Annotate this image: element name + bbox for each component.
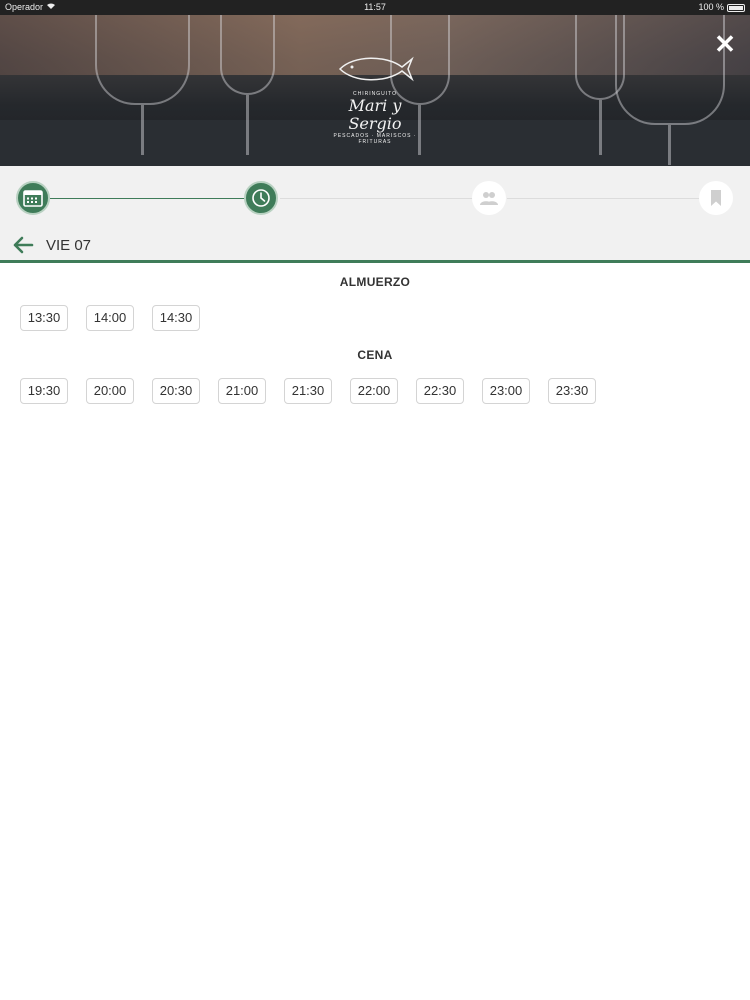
people-icon bbox=[480, 192, 498, 205]
wine-glass-image bbox=[615, 15, 725, 125]
step-date[interactable] bbox=[16, 181, 50, 215]
time-slot-button[interactable]: 21:30 bbox=[284, 378, 332, 404]
time-slot-button[interactable]: 14:30 bbox=[152, 305, 200, 331]
calendar-icon bbox=[23, 190, 43, 207]
date-nav: VIE 07 bbox=[0, 232, 750, 260]
glass-stem bbox=[141, 105, 144, 155]
time-slot-button[interactable]: 22:30 bbox=[416, 378, 464, 404]
logo-name: Mari y Sergio bbox=[348, 96, 402, 133]
glass-stem bbox=[668, 125, 671, 165]
progress-line bbox=[280, 198, 473, 199]
wine-glass-image bbox=[220, 15, 275, 95]
lunch-slots: 13:30 14:00 14:30 bbox=[20, 305, 200, 331]
dinner-title: CENA bbox=[357, 348, 393, 362]
time-slot-button[interactable]: 23:00 bbox=[482, 378, 530, 404]
step-confirm[interactable] bbox=[699, 181, 733, 215]
time-slot-button[interactable]: 20:00 bbox=[86, 378, 134, 404]
clock-icon bbox=[252, 189, 270, 207]
time-slot-button[interactable]: 20:30 bbox=[152, 378, 200, 404]
glass-stem bbox=[599, 100, 602, 155]
time-slot-button[interactable]: 21:00 bbox=[218, 378, 266, 404]
bookmark-icon bbox=[711, 190, 721, 206]
header-banner: CHIRINGUITO Mari y Sergio PESCADOS · MAR… bbox=[0, 15, 750, 166]
time-slot-button[interactable]: 13:30 bbox=[20, 305, 68, 331]
close-button[interactable]: ✕ bbox=[714, 31, 736, 57]
glass-stem bbox=[246, 95, 249, 155]
progress-line bbox=[507, 198, 700, 199]
lunch-title: ALMUERZO bbox=[339, 275, 411, 289]
time-slot-button[interactable]: 14:00 bbox=[86, 305, 134, 331]
battery-icon bbox=[727, 4, 745, 12]
progress-line-done bbox=[50, 198, 246, 199]
step-people[interactable] bbox=[472, 181, 506, 215]
logo-subtitle: PESCADOS · MARISCOS · FRITURAS bbox=[333, 133, 417, 145]
selected-date: VIE 07 bbox=[46, 237, 92, 254]
time-slot-button[interactable]: 22:00 bbox=[350, 378, 398, 404]
restaurant-logo: CHIRINGUITO Mari y Sergio PESCADOS · MAR… bbox=[320, 53, 430, 149]
arrow-left-icon bbox=[13, 236, 34, 254]
status-time: 11:57 bbox=[364, 2, 386, 12]
step-time[interactable] bbox=[244, 181, 278, 215]
divider bbox=[0, 260, 750, 263]
status-bar: Operador 11:57 100 % bbox=[0, 0, 750, 15]
battery-percent: 100 % bbox=[698, 2, 724, 12]
time-slot-button[interactable]: 23:30 bbox=[548, 378, 596, 404]
time-slot-button[interactable]: 19:30 bbox=[20, 378, 68, 404]
back-button[interactable] bbox=[12, 235, 36, 257]
fish-icon bbox=[320, 53, 430, 91]
wine-glass-image bbox=[95, 15, 190, 105]
dinner-slots: 19:30 20:00 20:30 21:00 21:30 22:00 22:30 23:00… bbox=[20, 378, 596, 404]
